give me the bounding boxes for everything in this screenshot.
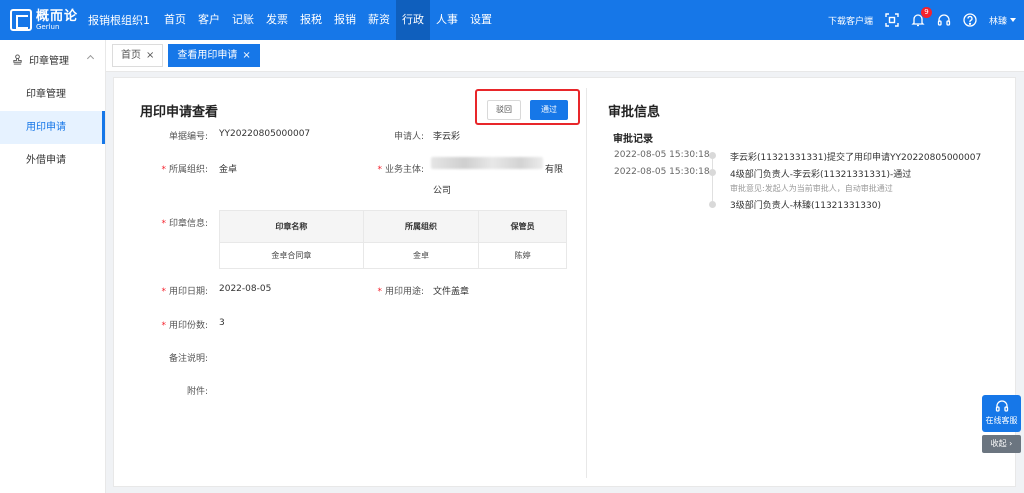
entity-line2: 公司	[433, 186, 452, 196]
close-icon[interactable]: ×	[242, 45, 250, 66]
user-name: 林臻	[988, 16, 1007, 27]
use-date-label: * 用印日期:	[161, 287, 208, 297]
sidebar-item-seal-application[interactable]: 用印申请	[0, 111, 105, 144]
scan-icon[interactable]	[885, 13, 899, 27]
record-note: 审批意见:发起人为当前审批人，自动审批通过	[730, 184, 893, 193]
form-title: 用印申请查看	[140, 105, 219, 120]
purpose-label: * 用印用途:	[377, 287, 424, 297]
online-service-button[interactable]: 在线客服	[982, 395, 1021, 432]
sidebar-group-seal[interactable]: 印章管理	[0, 40, 105, 78]
org-value: 金卓	[219, 165, 238, 175]
applicant-label: 申请人:	[393, 132, 424, 142]
tab-home[interactable]: 首页 ×	[112, 44, 164, 67]
chevron-up-icon	[86, 54, 95, 63]
entity-suffix: 有限	[545, 165, 564, 175]
timeline-dot	[709, 152, 716, 159]
approval-title: 审批信息	[608, 105, 661, 120]
attachment-label: 附件:	[186, 387, 208, 397]
seal-keeper-cell: 陈婷	[478, 242, 567, 269]
bell-icon[interactable]: 9	[911, 7, 932, 27]
timeline-dot	[709, 169, 716, 176]
seal-name-cell: 金卓合同章	[219, 242, 364, 269]
approval-record-title: 审批记录	[613, 134, 653, 145]
applicant-value: 李云彩	[433, 132, 461, 142]
online-service-label: 在线客服	[985, 416, 1018, 425]
record-time: 2022-08-05 15:30:18	[614, 150, 710, 160]
seal-table-header: 印章名称	[219, 210, 364, 243]
sidebar-item-loan-application[interactable]: 外借申请	[0, 144, 105, 177]
nav-reimbursement[interactable]: 报销	[328, 0, 362, 40]
headset-icon	[995, 400, 1008, 412]
logo-english: Gerlun	[36, 22, 60, 31]
section-divider	[586, 88, 587, 478]
sidebar-group-label: 印章管理	[29, 55, 69, 67]
org-label: * 所属组织:	[161, 165, 208, 175]
nav-settings[interactable]: 设置	[464, 0, 498, 40]
seal-table-header: 保管员	[478, 210, 567, 243]
use-date-value: 2022-08-05	[219, 284, 272, 294]
headset-icon[interactable]	[937, 13, 951, 27]
redacted-entity	[431, 157, 543, 169]
nav-customer[interactable]: 客户	[192, 0, 226, 40]
chevron-down-icon	[1010, 18, 1016, 22]
record-text: 4级部门负责人-李云彩(11321331331)-通过	[730, 170, 912, 180]
collapse-button[interactable]: 收起 ›	[982, 435, 1021, 453]
table-row: 金卓合同章 金卓 陈婷	[219, 242, 567, 269]
nav-admin[interactable]: 行政	[396, 0, 430, 40]
main-nav: 首页 客户 记账 发票 报税 报销 薪资 行政 人事 设置	[158, 0, 498, 40]
nav-bookkeeping[interactable]: 记账	[226, 0, 260, 40]
entity-label: * 业务主体:	[377, 165, 424, 175]
sidebar-item-seal-management[interactable]: 印章管理	[0, 78, 105, 111]
content-card: 用印申请查看 驳回 通过 单据编号: YY20220805000007 申请人:…	[113, 77, 1016, 487]
tab-bar: 首页 × 查看用印申请 ×	[106, 40, 1024, 72]
doc-no-value: YY20220805000007	[219, 129, 311, 139]
action-highlight: 驳回 通过	[475, 89, 580, 125]
org-switcher[interactable]: 报销根组织1	[88, 12, 150, 28]
copies-label: * 用印份数:	[161, 321, 208, 331]
record-text: 3级部门负责人-林臻(11321331330)	[730, 201, 881, 211]
seal-table-header: 所属组织	[362, 210, 480, 243]
purpose-value: 文件盖章	[433, 287, 470, 297]
logo-name: 概而论	[36, 8, 79, 24]
copies-value: 3	[219, 318, 225, 328]
download-client-link[interactable]: 下载客户端	[828, 14, 873, 27]
timeline-dot	[709, 201, 716, 208]
nav-tax[interactable]: 报税	[294, 0, 328, 40]
record-text: 李云彩(11321331331)提交了用印申请YY20220805000007	[730, 153, 982, 163]
notification-badge: 9	[920, 7, 932, 18]
close-icon[interactable]: ×	[146, 45, 154, 66]
nav-salary[interactable]: 薪资	[362, 0, 396, 40]
stamp-icon	[13, 53, 22, 65]
nav-hr[interactable]: 人事	[430, 0, 464, 40]
help-icon[interactable]	[963, 13, 977, 27]
sidebar: 印章管理 印章管理 用印申请 外借申请	[0, 40, 106, 493]
logo[interactable]: 概而论 Gerlun	[0, 9, 88, 31]
record-time: 2022-08-05 15:30:18	[614, 167, 710, 177]
nav-home[interactable]: 首页	[158, 0, 192, 40]
approve-button[interactable]: 通过	[530, 100, 568, 120]
doc-no-label: 单据编号:	[168, 132, 208, 142]
tab-view-seal-application[interactable]: 查看用印申请 ×	[168, 44, 260, 67]
seal-info-label: * 印章信息:	[161, 219, 208, 229]
seal-table: 印章名称 所属组织 保管员 金卓合同章 金卓 陈婷	[219, 210, 567, 269]
logo-mark-icon	[10, 9, 32, 31]
seal-org-cell: 金卓	[362, 242, 480, 269]
reject-button[interactable]: 驳回	[487, 100, 521, 120]
top-bar: 概而论 Gerlun 报销根组织1 首页 客户 记账 发票 报税 报销 薪资 行…	[0, 0, 1024, 40]
nav-invoice[interactable]: 发票	[260, 0, 294, 40]
remark-label: 备注说明:	[168, 354, 208, 364]
user-menu[interactable]: 林臻	[989, 14, 1016, 27]
timeline-line	[712, 156, 713, 203]
